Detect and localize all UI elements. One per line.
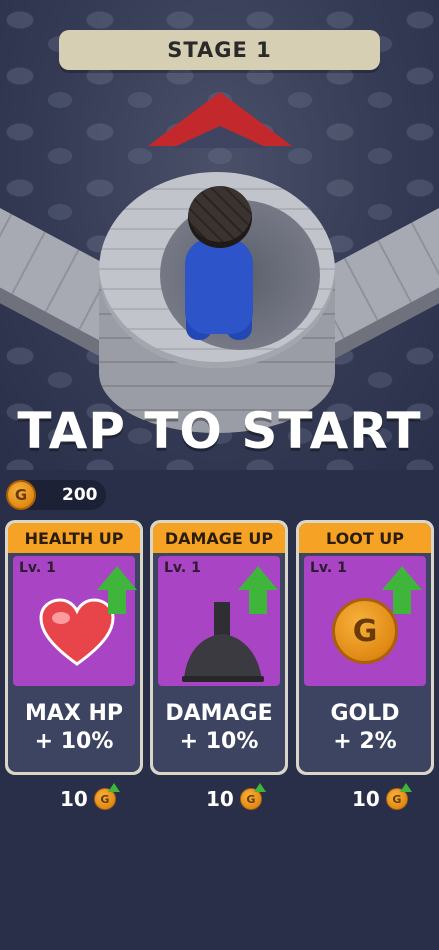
upgrade-cost-damage[interactable]: 10 G — [206, 783, 266, 812]
upgrade-cost-health[interactable]: 10 G — [60, 783, 120, 812]
upgrade-cost-loot[interactable]: 10 G — [352, 783, 412, 812]
card-title: HEALTH UP — [8, 523, 140, 553]
card-art: Lv. 1 G — [304, 556, 426, 686]
gold-coin-icon: G — [6, 480, 36, 510]
stage-banner: STAGE 1 — [59, 30, 380, 70]
upgrade-arrow-icon — [382, 566, 422, 614]
card-art: Lv. 1 — [158, 556, 280, 686]
cost-value: 10 — [352, 787, 380, 811]
card-level: Lv. 1 — [310, 560, 347, 576]
coin-counter: G 200 — [6, 480, 106, 510]
coin-upgrade-icon: G — [239, 783, 266, 810]
card-title: DAMAGE UP — [153, 523, 285, 553]
card-stat-name: DAMAGE — [165, 701, 273, 726]
player-helmet — [188, 186, 252, 248]
player-character — [185, 238, 253, 334]
card-title: LOOT UP — [299, 523, 431, 553]
tap-to-start-prompt[interactable]: TAP TO START — [0, 402, 439, 460]
coin-amount: 200 — [62, 485, 98, 505]
game-scene[interactable] — [0, 0, 439, 470]
card-stat-name: GOLD — [330, 701, 400, 726]
upgrade-card-damage[interactable]: DAMAGE UP Lv. 1 DAMAGE + 10% — [150, 520, 288, 775]
card-stat-bonus: + 10% — [34, 729, 114, 754]
card-stat-bonus: + 2% — [333, 729, 397, 754]
upgrade-card-loot[interactable]: LOOT UP Lv. 1 G GOLD + 2% — [296, 520, 434, 775]
cost-value: 10 — [206, 787, 234, 811]
coin-upgrade-icon: G — [93, 783, 120, 810]
card-level: Lv. 1 — [164, 560, 201, 576]
upgrade-card-health[interactable]: HEALTH UP Lv. 1 MAX HP + 10% — [5, 520, 143, 775]
card-stat-bonus: + 10% — [179, 729, 259, 754]
card-level: Lv. 1 — [19, 560, 56, 576]
card-art: Lv. 1 — [13, 556, 137, 686]
card-stat-name: MAX HP — [24, 701, 124, 726]
upgrade-arrow-icon — [97, 566, 137, 614]
coin-upgrade-icon: G — [385, 783, 412, 810]
upgrade-arrow-icon — [238, 566, 278, 614]
cost-value: 10 — [60, 787, 88, 811]
